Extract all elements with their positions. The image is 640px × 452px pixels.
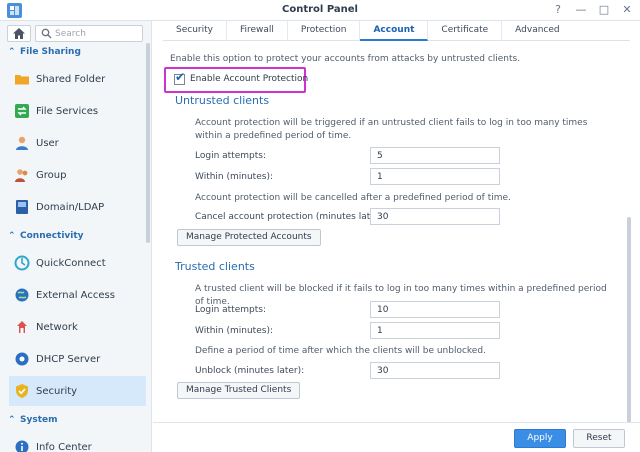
sidebar-section-system[interactable]: ⌃ System xyxy=(0,412,146,428)
sidebar-section-file-sharing[interactable]: ⌃ File Sharing xyxy=(0,44,146,60)
group-icon xyxy=(14,167,30,183)
intro-text: Enable this option to protect your accou… xyxy=(170,54,521,64)
untrusted-within-input[interactable] xyxy=(370,168,500,185)
user-icon xyxy=(14,135,30,151)
reset-button[interactable]: Reset xyxy=(573,429,625,448)
chevron-up-icon: ⌃ xyxy=(8,415,16,425)
folder-icon xyxy=(14,71,30,87)
tab-security[interactable]: Security xyxy=(163,21,227,41)
enable-account-protection-checkbox[interactable]: ✔ xyxy=(174,70,185,85)
cancel-protection-label: Cancel account protection (minutes later… xyxy=(195,212,387,222)
info-icon xyxy=(14,439,30,452)
search-icon xyxy=(41,28,52,42)
untrusted-clients-title: Untrusted clients xyxy=(175,94,270,107)
checkmark-icon: ✔ xyxy=(175,70,186,84)
minimize-icon[interactable]: — xyxy=(574,3,588,17)
shield-icon xyxy=(14,383,30,399)
untrusted-cancel-desc: Account protection will be cancelled aft… xyxy=(195,193,511,203)
sidebar-item-network[interactable]: Network xyxy=(9,312,146,342)
sidebar-item-quickconnect[interactable]: QuickConnect xyxy=(9,248,146,278)
untrusted-login-attempts-label: Login attempts: xyxy=(195,151,266,161)
tab-bar: Security Firewall Protection Account Cer… xyxy=(163,21,630,41)
unblock-input[interactable] xyxy=(370,362,500,379)
main-panel: Security Firewall Protection Account Cer… xyxy=(153,21,640,452)
sidebar-item-user[interactable]: User xyxy=(9,128,146,158)
sidebar-item-external-access[interactable]: External Access xyxy=(9,280,146,310)
home-icon xyxy=(13,28,25,39)
sidebar-item-security[interactable]: Security xyxy=(9,376,146,406)
globe-icon xyxy=(14,287,30,303)
home-button[interactable] xyxy=(7,25,31,42)
file-services-icon xyxy=(14,103,30,119)
untrusted-desc: Account protection will be triggered if … xyxy=(195,118,588,141)
window-title: Control Panel xyxy=(282,4,358,15)
help-icon[interactable]: ? xyxy=(551,3,565,17)
sidebar-item-domain-ldap[interactable]: Domain/LDAP xyxy=(9,192,146,222)
sidebar-item-file-services[interactable]: File Services xyxy=(9,96,146,126)
title-bar: Control Panel ? — □ ✕ xyxy=(0,0,640,21)
content-scrollbar[interactable] xyxy=(627,217,631,427)
sidebar: ⌃File Sharing Shared Folder File Service… xyxy=(0,21,152,452)
trusted-within-label: Within (minutes): xyxy=(195,326,273,336)
domain-icon xyxy=(14,199,30,215)
network-icon xyxy=(14,319,30,335)
sidebar-item-shared-folder[interactable]: Shared Folder xyxy=(9,64,146,94)
apply-button[interactable]: Apply xyxy=(514,429,566,448)
quickconnect-icon xyxy=(14,255,30,271)
tab-firewall[interactable]: Firewall xyxy=(227,21,288,41)
sidebar-scrollbar[interactable] xyxy=(146,43,150,243)
tab-account[interactable]: Account xyxy=(360,21,429,41)
trusted-login-attempts-input[interactable] xyxy=(370,301,500,318)
chevron-up-icon: ⌃ xyxy=(8,231,16,241)
trusted-within-input[interactable] xyxy=(370,322,500,339)
trusted-clients-title: Trusted clients xyxy=(175,260,255,273)
tab-protection[interactable]: Protection xyxy=(288,21,361,41)
tab-advanced[interactable]: Advanced xyxy=(502,21,572,41)
close-icon[interactable]: ✕ xyxy=(620,3,634,17)
trusted-unblock-desc: Define a period of time after which the … xyxy=(195,346,486,356)
chevron-up-icon: ⌃ xyxy=(8,47,16,57)
sidebar-item-dhcp-server[interactable]: DHCP Server xyxy=(9,344,146,374)
search-input[interactable] xyxy=(55,27,139,40)
maximize-icon[interactable]: □ xyxy=(597,3,611,17)
sidebar-item-info-center[interactable]: Info Center xyxy=(9,432,146,452)
sidebar-item-group[interactable]: Group xyxy=(9,160,146,190)
dhcp-icon xyxy=(14,351,30,367)
manage-trusted-clients-button[interactable]: Manage Trusted Clients xyxy=(177,382,301,399)
untrusted-within-label: Within (minutes): xyxy=(195,172,273,182)
tab-certificate[interactable]: Certificate xyxy=(428,21,503,41)
footer: Apply Reset xyxy=(153,422,640,452)
enable-account-protection-label[interactable]: Enable Account Protection xyxy=(190,74,308,84)
manage-protected-accounts-button[interactable]: Manage Protected Accounts xyxy=(177,229,321,246)
trusted-login-attempts-label: Login attempts: xyxy=(195,305,266,315)
sidebar-section-connectivity[interactable]: ⌃ Connectivity xyxy=(0,228,146,244)
cancel-protection-input[interactable] xyxy=(370,208,500,225)
untrusted-login-attempts-input[interactable] xyxy=(370,147,500,164)
unblock-label: Unblock (minutes later): xyxy=(195,366,305,376)
search-box[interactable] xyxy=(35,25,143,42)
